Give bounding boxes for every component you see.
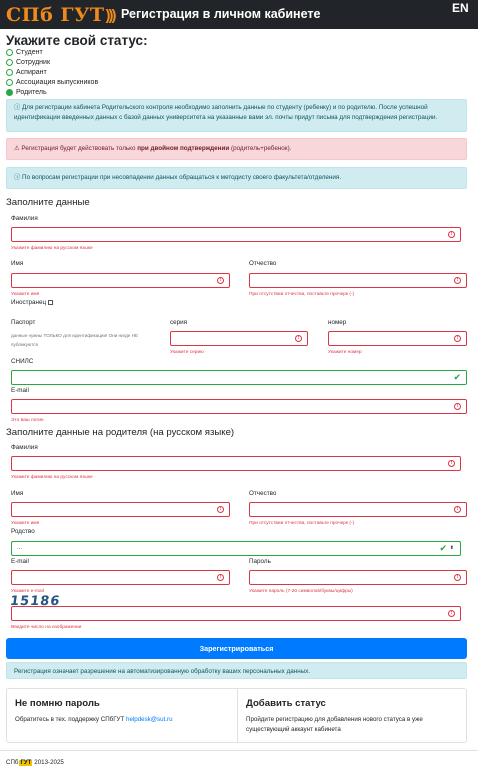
student-firstname-label: Имя [11, 260, 24, 267]
helpdesk-email-link[interactable]: helpdesk@sut.ru [126, 716, 173, 723]
captcha-hint: Введите число на изображении [11, 625, 82, 630]
info-circle-icon: ⓘ [14, 174, 23, 181]
footer: СПб ГУТ 2013-2025 [6, 759, 64, 766]
snils-input[interactable]: ✔ [11, 370, 467, 385]
sut-logo[interactable]: СПб ГУТ ))) [6, 4, 117, 26]
logo-waves-icon: ))) [105, 6, 117, 24]
student-lastname-input[interactable]: ! [11, 227, 461, 242]
parent-firstname-label: Имя [11, 490, 24, 497]
error-icon: ! [454, 574, 461, 581]
parent-lastname-input[interactable]: ! [11, 456, 461, 471]
footer-years: 2013-2025 [34, 759, 64, 766]
passport-series-hint: Укажите серию [170, 350, 204, 355]
radio-icon[interactable] [6, 49, 13, 56]
radio-icon[interactable] [6, 79, 13, 86]
passport-number-hint: Укажите номер [328, 350, 362, 355]
check-icon: ✔ [439, 543, 447, 553]
parent-firstname-hint: Укажите имя [11, 521, 40, 526]
danger-alert-double-confirmation: ⚠ Регистрация будет действовать только п… [6, 138, 467, 160]
snils-label: СНИЛС [11, 358, 34, 365]
check-icon: ✔ [453, 372, 461, 382]
parent-lastname-hint: Укажите фамилию на русском языке [11, 475, 93, 480]
info-alert-parent-control: ⓘ Для регистрации кабинета Родительского… [6, 99, 467, 132]
radio-icon[interactable] [6, 59, 13, 66]
consent-alert: Регистрация означает разрешение на автом… [6, 662, 467, 679]
student-section-heading: Заполните данные [6, 197, 90, 208]
parent-lastname-label: Фамилия [11, 444, 38, 451]
parent-middlename-hint: При отсутствии отчества, поставьте проче… [249, 521, 355, 526]
card-divider [237, 689, 238, 742]
error-icon: ! [454, 335, 461, 342]
error-icon: ! [217, 574, 224, 581]
radio-icon[interactable] [6, 69, 13, 76]
passport-label: Паспорт [11, 319, 36, 326]
status-option-alumni[interactable]: Ассоциация выпускников [6, 79, 98, 86]
passport-note: данные нужны ТОЛЬКО для идентификации! О… [11, 333, 139, 347]
add-status-text: Пройдите регистрацию для добавления ново… [246, 716, 423, 733]
student-firstname-hint: Укажите имя [11, 292, 40, 297]
parent-firstname-input[interactable]: ! [11, 502, 230, 517]
error-icon: ! [454, 403, 461, 410]
student-email-hint: Это ваш логин [11, 418, 44, 423]
foreigner-checkbox-row[interactable]: Иностранец [11, 299, 54, 306]
info-circle-icon: ⓘ [14, 104, 23, 111]
radio-checked-icon[interactable] [6, 89, 13, 96]
password-label: Пароль [249, 558, 271, 565]
top-navbar: СПб ГУТ ))) Регистрация в личном кабинет… [0, 0, 478, 29]
page-title: Регистрация в личном кабинете [121, 7, 321, 21]
error-icon: ! [295, 335, 302, 342]
passport-number-label: номер [328, 319, 347, 326]
foreigner-checkbox[interactable] [48, 299, 54, 305]
help-cards: Не помню пароль Обратитесь в тех. поддер… [6, 688, 467, 743]
passport-series-label: серия [170, 319, 188, 326]
error-icon: ! [217, 277, 224, 284]
student-email-label: E-mail [11, 387, 29, 394]
language-switch[interactable]: EN [452, 1, 469, 15]
footer-logo-gut: ГУТ [19, 759, 33, 766]
logo-text: СПб ГУТ [6, 4, 105, 26]
parent-email-label: E-mail [11, 558, 29, 565]
status-option-postgraduate[interactable]: Аспирант [6, 69, 47, 76]
student-email-input[interactable]: ! [11, 399, 467, 414]
student-firstname-input[interactable]: ! [11, 273, 230, 288]
password-input[interactable]: ! [249, 570, 467, 585]
register-button[interactable]: Зарегистрироваться [6, 638, 467, 659]
passport-number-input[interactable]: ! [328, 331, 467, 346]
kinship-label: Родство [11, 528, 35, 535]
parent-section-heading: Заполните данные на родителя (на русском… [6, 427, 235, 438]
status-heading: Укажите свой статус: [6, 33, 148, 48]
parent-email-input[interactable]: ! [11, 570, 230, 585]
status-option-employee[interactable]: Сотрудник [6, 59, 50, 66]
info-alert-contact-methodist: ⓘ По вопросам регистрации при несовпаден… [6, 167, 467, 189]
parent-middlename-label: Отчество [249, 490, 277, 497]
student-lastname-label: Фамилия [11, 215, 38, 222]
passport-series-input[interactable]: ! [170, 331, 308, 346]
kinship-select[interactable]: ... ✔ ⬍ [11, 541, 461, 556]
forgot-password-text: Обратитесь в тех. поддержку СПбГУТ helpd… [15, 716, 173, 723]
add-status-title: Добавить статус [246, 698, 326, 709]
status-option-student[interactable]: Студент [6, 49, 43, 56]
kinship-selected-value: ... [17, 545, 23, 551]
error-icon: ! [454, 506, 461, 513]
student-middlename-hint: При отсутствии отчества, поставьте проче… [249, 292, 355, 297]
status-option-parent[interactable]: Родитель [6, 89, 47, 96]
select-caret-icon: ⬍ [449, 545, 454, 551]
error-icon: ! [448, 610, 455, 617]
footer-divider [0, 750, 478, 751]
error-icon: ! [448, 231, 455, 238]
parent-middlename-input[interactable]: ! [249, 502, 467, 517]
error-icon: ! [448, 460, 455, 467]
student-lastname-hint: Укажите фамилию на русском языке [11, 246, 93, 251]
student-middlename-input[interactable]: ! [249, 273, 467, 288]
forgot-password-title: Не помню пароль [15, 698, 100, 709]
captcha-input[interactable]: ! [11, 606, 461, 621]
error-icon: ! [217, 506, 224, 513]
password-hint: Укажите пароль (7-20 символов/буквы/цифр… [249, 589, 353, 594]
error-icon: ! [454, 277, 461, 284]
student-middlename-label: Отчество [249, 260, 277, 267]
